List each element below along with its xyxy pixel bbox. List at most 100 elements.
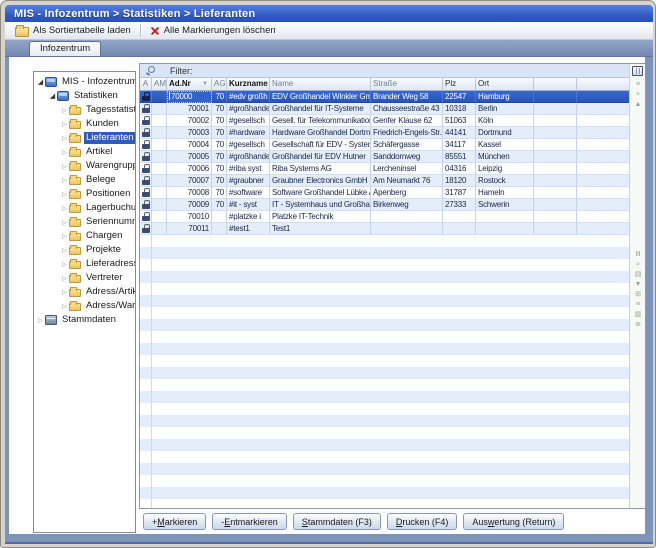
table-row[interactable]: 7000270#gesellschGesell. für Telekommuni… (140, 115, 629, 127)
cell-plz: 04316 (443, 163, 476, 175)
table-row[interactable]: 7000970#it - systIT - Systemhaus und Gro… (140, 199, 629, 211)
cell-ag: 70 (212, 139, 227, 151)
clear-marks-button[interactable]: Alle Markierungen löschen (145, 23, 281, 39)
collapsed-arrow-icon[interactable]: ▷ (60, 219, 69, 226)
folder-icon (69, 191, 81, 199)
button-stammdaten-f3[interactable]: Stammdaten (F3) (293, 513, 381, 530)
tree-item-label: Kunden (84, 118, 121, 130)
rail-icon[interactable]: ▤ (635, 270, 642, 280)
rail-icon[interactable]: ▲ (635, 100, 642, 110)
tree-item-positionen[interactable]: ▷ Positionen (34, 187, 135, 201)
filter-row[interactable]: Filter: (140, 64, 629, 78)
column-header-a[interactable]: A (140, 78, 152, 91)
rail-icon[interactable]: + (636, 90, 640, 100)
collapsed-arrow-icon[interactable]: ▷ (60, 247, 69, 254)
folder-icon (69, 177, 81, 185)
grid-columns-area: Filter: AAMAd.Nr▼AGKurznameNameStraßePlz… (140, 64, 629, 508)
rail-icon[interactable]: ≡ (636, 300, 640, 310)
empty-row (140, 307, 629, 319)
rail-icon[interactable]: ≡ (636, 80, 640, 90)
rail-icon[interactable]: ▥ (635, 310, 642, 320)
button-label-part: arkieren (165, 517, 198, 527)
tree-item-kunden[interactable]: ▷ Kunden (34, 117, 135, 131)
app-icon (57, 91, 69, 101)
tree-item-chargen[interactable]: ▷Chargen (34, 229, 135, 243)
column-header-ad-nr[interactable]: Ad.Nr▼ (167, 78, 212, 91)
collapsed-arrow-icon[interactable]: ▷ (60, 289, 69, 296)
column-header-kurzname[interactable]: Kurzname (227, 78, 270, 91)
tree-item-adress-warengruppen[interactable]: ▷ Adress/Warengruppen (34, 299, 135, 313)
tree-item-lagerbuchungen[interactable]: ▷Lagerbuchungen (34, 201, 135, 215)
collapsed-arrow-icon[interactable]: ▷ (60, 233, 69, 240)
column-header-name[interactable]: Name (270, 78, 371, 91)
folder-icon (69, 247, 81, 255)
button-entmarkieren[interactable]: - Entmarkieren (212, 513, 287, 530)
load-sort-table-button[interactable]: Als Sortiertabelle laden (10, 23, 136, 39)
collapsed-arrow-icon[interactable]: ▷ (36, 317, 45, 324)
collapsed-arrow-icon[interactable]: ▷ (60, 261, 69, 268)
collapsed-arrow-icon[interactable]: ▷ (60, 149, 69, 156)
tree-item-adress-artikel[interactable]: ▷Adress/Artikel (34, 285, 135, 299)
column-header-blank-10[interactable] (577, 78, 629, 91)
tab-infozentrum[interactable]: Infozentrum (29, 41, 101, 56)
tree-item-label: Positionen (84, 188, 132, 200)
table-row[interactable]: 70011#test1Test1 (140, 223, 629, 235)
tree-item-artikel[interactable]: ▷Artikel (34, 145, 135, 159)
button-markieren[interactable]: + Markieren (143, 513, 206, 530)
collapsed-arrow-icon[interactable]: ▷ (60, 177, 69, 184)
empty-lock-cell (140, 391, 152, 403)
empty-lock-cell (140, 427, 152, 439)
cell-adnr: 70000 (167, 91, 212, 103)
table-row[interactable]: 7000670#riba systRiba Systems AGLercheni… (140, 163, 629, 175)
expanded-arrow-icon[interactable]: ◢ (36, 78, 45, 86)
column-header-ort[interactable]: Ort (476, 78, 534, 91)
tree-item-seriennummern[interactable]: ▷Seriennummern (34, 215, 135, 229)
rail-icon[interactable]: ⊞ (635, 290, 641, 300)
cell-lock (140, 127, 152, 139)
tree-item-vertreter[interactable]: ▷Vertreter (34, 271, 135, 285)
tree-item-belege[interactable]: ▷Belege (34, 173, 135, 187)
filter-label: Filter: (170, 66, 193, 76)
collapsed-arrow-icon[interactable]: ▷ (60, 191, 69, 198)
cell-name: Software Großhandel Lübke AG (270, 187, 371, 199)
rail-icon[interactable]: Ⅲ (636, 250, 641, 260)
tree-item-label: Adress/Warengruppen (84, 300, 136, 312)
rail-icon[interactable]: ▼ (635, 280, 642, 290)
column-header-ag[interactable]: AG (212, 78, 227, 91)
tree-item-lieferanten[interactable]: ▷Lieferanten (34, 131, 135, 145)
collapsed-arrow-icon[interactable]: ▷ (60, 275, 69, 282)
tree-item-stammdaten[interactable]: ▷Stammdaten (34, 313, 135, 327)
table-row[interactable]: 7000570#großhandeGroßhandel für EDV Hutn… (140, 151, 629, 163)
collapsed-arrow-icon[interactable]: ▷ (60, 135, 69, 142)
table-row[interactable]: 7000470#gesellschGesellschaft für EDV - … (140, 139, 629, 151)
column-header-am[interactable]: AM (152, 78, 167, 91)
table-row[interactable]: 7000870#softwareSoftware Großhandel Lübk… (140, 187, 629, 199)
cell-kurzname: #gesellsch (227, 139, 270, 151)
expanded-arrow-icon[interactable]: ◢ (48, 92, 57, 100)
table-row[interactable]: 7000770#graubnerGraubner Electronics Gmb… (140, 175, 629, 187)
collapsed-arrow-icon[interactable]: ▷ (60, 205, 69, 212)
tree-item-statistiken[interactable]: ◢Statistiken (34, 89, 135, 103)
table-row[interactable]: 70010#platzke iPlatzke IT-Technik (140, 211, 629, 223)
tree-item-projekte[interactable]: ▷Projekte (34, 243, 135, 257)
table-row[interactable]: 7000070#edv großhEDV Großhandel Winkler … (140, 91, 629, 103)
collapsed-arrow-icon[interactable]: ▷ (60, 163, 69, 170)
tree-item-mis-infozentrum[interactable]: ◢MIS - Infozentrum (34, 75, 135, 89)
cell-strasse: Schäfergasse (371, 139, 443, 151)
table-row[interactable]: 7000370#hardwareHardware Großhandel Dort… (140, 127, 629, 139)
column-chooser-icon[interactable] (632, 66, 643, 76)
column-header-blank-9[interactable] (534, 78, 577, 91)
column-header-straße[interactable]: Straße (371, 78, 443, 91)
collapsed-arrow-icon[interactable]: ▷ (60, 121, 69, 128)
button-drucken-f4[interactable]: Drucken (F4) (387, 513, 458, 530)
rail-icon[interactable]: ≣ (635, 320, 641, 330)
button-auswertung-return[interactable]: Auswertung (Return) (463, 513, 564, 530)
tree-item-lieferadressen[interactable]: ▷Lieferadressen (34, 257, 135, 271)
collapsed-arrow-icon[interactable]: ▷ (60, 107, 69, 114)
table-row[interactable]: 7000170#großhandeGroßhandel für IT-Syste… (140, 103, 629, 115)
collapsed-arrow-icon[interactable]: ▷ (60, 303, 69, 310)
tree-item-warengruppen[interactable]: ▷Warengruppen (34, 159, 135, 173)
tree-item-tagesstatistik[interactable]: ▷Tagesstatistik (34, 103, 135, 117)
rail-icon[interactable]: ⌕ (636, 260, 640, 270)
column-header-plz[interactable]: Plz (443, 78, 476, 91)
